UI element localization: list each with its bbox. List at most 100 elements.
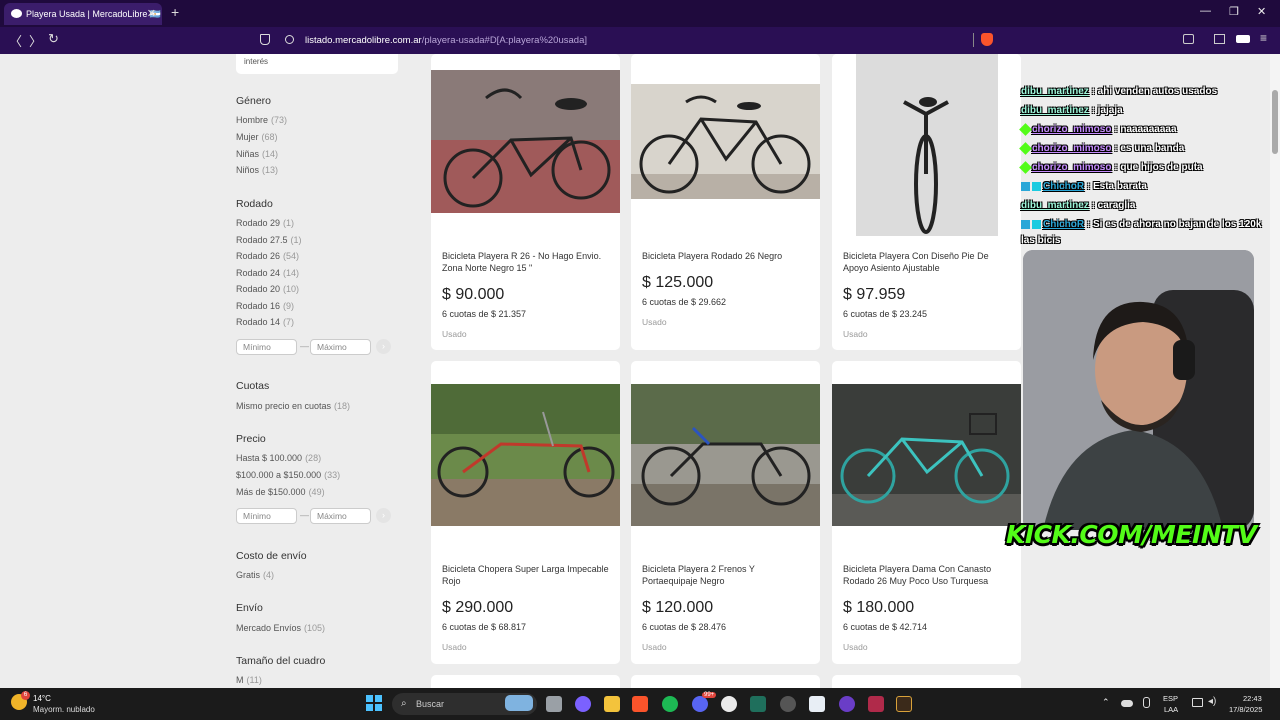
clock-time[interactable]: 22:43 bbox=[1243, 694, 1262, 703]
url-field[interactable]: listado.mercadolibre.com.ar/playera-usad… bbox=[305, 35, 587, 46]
vpn-icon[interactable] bbox=[1236, 35, 1250, 43]
moderator-badge-icon bbox=[1021, 181, 1030, 191]
product-card[interactable]: Bicicleta Playera 2 Frenos Y Portaequipa… bbox=[631, 361, 820, 664]
filter-item-100000-150000[interactable]: $100.000 a $150.000 (33) bbox=[236, 470, 340, 480]
game-icon[interactable] bbox=[868, 696, 884, 712]
tray-overflow-icon[interactable]: ⌃ bbox=[1102, 697, 1110, 708]
product-price: $ 180.000 bbox=[843, 599, 915, 616]
chat-message: ChichoR : Esta barata bbox=[1021, 181, 1147, 192]
site-settings-icon[interactable] bbox=[285, 35, 294, 44]
product-image bbox=[631, 84, 820, 199]
filter-item-rodado-14[interactable]: Rodado 14 (7) bbox=[236, 317, 294, 327]
product-image bbox=[631, 384, 820, 526]
onedrive-icon[interactable] bbox=[1121, 700, 1133, 707]
subscriber-badge-icon bbox=[1019, 141, 1032, 155]
browser-tab[interactable]: Playera Usada | MercadoLibre 🇦🇷 ✕ bbox=[4, 3, 162, 25]
product-price: $ 97.959 bbox=[843, 286, 906, 303]
filter-item-ninos[interactable]: Niños (13) bbox=[236, 165, 278, 175]
product-title[interactable]: Bicicleta Playera 2 Frenos Y Portaequipa… bbox=[642, 563, 810, 587]
filter-item-rodado-16[interactable]: Rodado 16 (9) bbox=[236, 301, 294, 311]
product-card[interactable]: Bicicleta Chopera Super Larga Impecable … bbox=[431, 361, 620, 664]
product-title[interactable]: Bicicleta Playera R 26 - No Hago Envio. … bbox=[442, 250, 610, 274]
microphone-icon[interactable] bbox=[1143, 697, 1150, 708]
product-title[interactable]: Bicicleta Playera Con Diseño Pie De Apoy… bbox=[843, 250, 1011, 274]
excel-icon[interactable] bbox=[750, 696, 766, 712]
notepad-icon[interactable] bbox=[809, 696, 825, 712]
forward-icon[interactable]: 〉 bbox=[29, 31, 42, 50]
product-image bbox=[832, 54, 1021, 236]
rodado-min-input[interactable]: Mínimo bbox=[236, 339, 297, 355]
scrollbar-thumb[interactable] bbox=[1272, 90, 1278, 154]
product-title[interactable]: Bicicleta Playera Rodado 26 Negro bbox=[642, 250, 810, 262]
steam-icon[interactable] bbox=[780, 696, 796, 712]
filter-item-mismo-precio[interactable]: Mismo precio en cuotas (18) bbox=[236, 401, 350, 411]
filter-item-rodado-27-5[interactable]: Rodado 27.5 (1) bbox=[236, 235, 302, 245]
product-card[interactable]: Bicicleta Playera Rodado 26 Negro $ 125.… bbox=[631, 54, 820, 350]
product-image bbox=[431, 70, 620, 213]
keyboard-layout[interactable]: LAA bbox=[1164, 705, 1178, 714]
streamer-webcam bbox=[1023, 250, 1254, 530]
precio-apply-button[interactable]: › bbox=[376, 508, 391, 523]
subscriber-badge-icon bbox=[1019, 160, 1032, 174]
product-condition: Usado bbox=[843, 329, 868, 339]
language-indicator[interactable]: ESP bbox=[1163, 694, 1178, 703]
search-highlight-icon bbox=[505, 695, 533, 711]
clock-date[interactable]: 17/8/2025 bbox=[1229, 705, 1262, 714]
filter-item-rodado-24[interactable]: Rodado 24 (14) bbox=[236, 268, 299, 278]
new-tab-button[interactable]: + bbox=[171, 4, 179, 20]
product-title[interactable]: Bicicleta Playera Dama Con Canasto Rodad… bbox=[843, 563, 1011, 587]
product-card[interactable]: Bicicleta Playera Dama Con Canasto Rodad… bbox=[832, 361, 1021, 664]
tab-title: Playera Usada | MercadoLibre 🇦🇷 bbox=[26, 8, 162, 19]
close-tab-icon[interactable]: ✕ bbox=[147, 7, 156, 20]
filter-item-gratis[interactable]: Gratis (4) bbox=[236, 570, 274, 580]
product-card[interactable]: Bicicleta Playera R 26 - No Hago Envio. … bbox=[431, 54, 620, 350]
menu-icon[interactable]: ≡ bbox=[1260, 31, 1267, 45]
app-icon[interactable] bbox=[839, 696, 855, 712]
filter-item-mercado-envios[interactable]: Mercado Envíos (105) bbox=[236, 623, 325, 633]
vip-badge-icon bbox=[1032, 181, 1041, 191]
filter-item-hombre[interactable]: Hombre (73) bbox=[236, 115, 287, 125]
rodado-max-input[interactable]: Máximo bbox=[310, 339, 371, 355]
filter-item-rodado-20[interactable]: Rodado 20 (10) bbox=[236, 284, 299, 294]
obs-icon[interactable] bbox=[721, 696, 737, 712]
copilot-icon[interactable] bbox=[575, 696, 591, 712]
filter-item-hasta-100000[interactable]: Hasta $ 100.000 (28) bbox=[236, 453, 321, 463]
task-view-icon[interactable] bbox=[546, 696, 562, 712]
filter-item-talle-m[interactable]: M (11) bbox=[236, 675, 262, 685]
volume-icon[interactable]: ◂) bbox=[1208, 696, 1216, 707]
sidebar-toggle-icon[interactable] bbox=[1214, 34, 1225, 44]
bookmark-icon[interactable] bbox=[260, 34, 270, 45]
weather-temperature: 14°C bbox=[33, 694, 51, 703]
filter-item-mujer[interactable]: Mujer (68) bbox=[236, 132, 278, 142]
precio-max-input[interactable]: Máximo bbox=[310, 508, 371, 524]
reload-icon[interactable]: ↻ bbox=[48, 31, 59, 47]
windows-start-icon[interactable] bbox=[366, 695, 382, 711]
product-card[interactable] bbox=[431, 675, 620, 688]
brave-shield-icon[interactable] bbox=[981, 33, 993, 46]
product-card[interactable] bbox=[832, 675, 1021, 688]
maximize-icon[interactable]: ❐ bbox=[1229, 5, 1239, 18]
product-condition: Usado bbox=[442, 642, 467, 652]
discord-icon[interactable] bbox=[692, 696, 708, 712]
filter-item-rodado-29[interactable]: Rodado 29 (1) bbox=[236, 218, 294, 228]
brave-browser-icon[interactable] bbox=[632, 696, 648, 712]
spotify-icon[interactable] bbox=[662, 696, 678, 712]
filter-item-ninas[interactable]: Niñas (14) bbox=[236, 149, 278, 159]
product-card[interactable] bbox=[631, 675, 820, 688]
product-image bbox=[431, 384, 620, 526]
filter-item-rodado-26[interactable]: Rodado 26 (54) bbox=[236, 251, 299, 261]
minimize-icon[interactable]: — bbox=[1200, 5, 1211, 17]
precio-min-input[interactable]: Mínimo bbox=[236, 508, 297, 524]
product-title[interactable]: Bicicleta Chopera Super Larga Impecable … bbox=[442, 563, 610, 587]
active-app-icon[interactable] bbox=[896, 696, 912, 712]
product-card[interactable]: Bicicleta Playera Con Diseño Pie De Apoy… bbox=[832, 54, 1021, 350]
wallet-icon[interactable] bbox=[1183, 34, 1194, 44]
file-explorer-icon[interactable] bbox=[604, 696, 620, 712]
filter-item-mas-150000[interactable]: Más de $150.000 (49) bbox=[236, 487, 325, 497]
weather-description: Mayorm. nublado bbox=[33, 705, 95, 714]
rodado-apply-button[interactable]: › bbox=[376, 339, 391, 354]
network-icon[interactable] bbox=[1192, 698, 1203, 707]
back-icon[interactable]: 〈 bbox=[9, 31, 22, 50]
close-window-icon[interactable]: ✕ bbox=[1257, 5, 1266, 18]
product-condition: Usado bbox=[442, 329, 467, 339]
